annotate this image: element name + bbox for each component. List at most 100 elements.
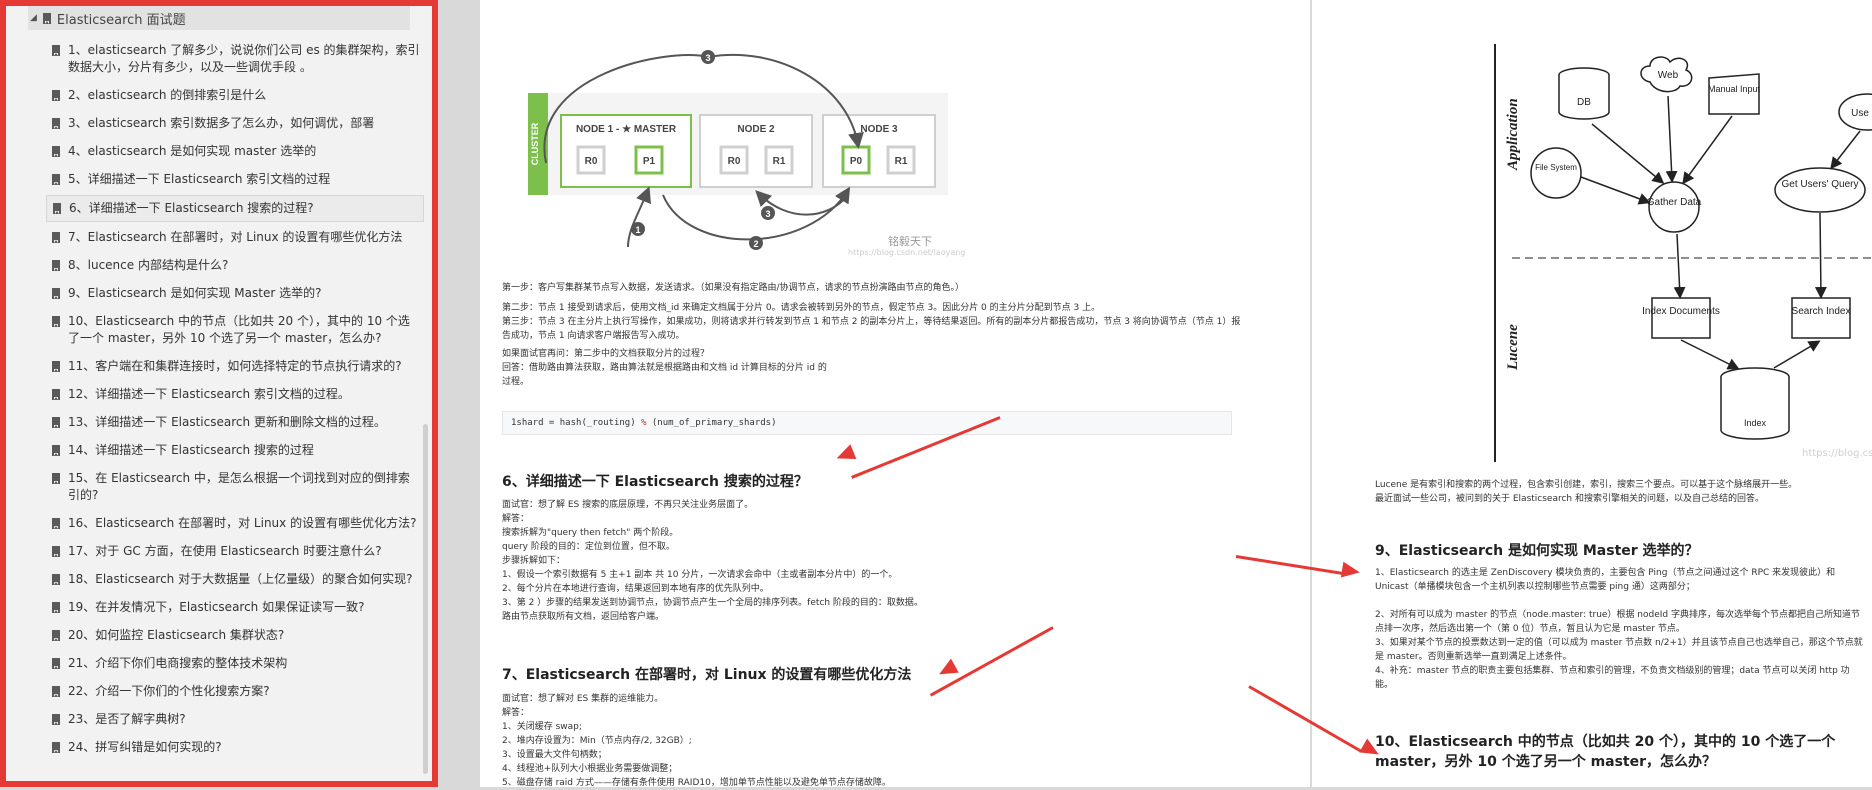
bookmark-item[interactable]: 8、lucence 内部结构是什么?	[46, 253, 424, 278]
section6-body: 面试官：想了解 ES 搜索的底层原理，不再只关注业务层面了。 解答： 搜索拆解为"q…	[502, 498, 1262, 624]
body-line: 2、每个分片在本地进行查询，结果返回到本地有序的优先队列中。	[502, 584, 769, 594]
step1-text: 第一步：客户写集群某节点写入数据，发送请求。（如果没有指定路由/协调节点，请求的…	[502, 283, 965, 293]
bookmark-item[interactable]: 11、客户端在和集群连接时，如何选择特定的节点执行请求的?	[46, 354, 424, 379]
step-badge-3-bottom-label: 3	[765, 209, 770, 219]
section10-title: 10、Elasticsearch 中的节点（比如共 20 个），其中的 10 个…	[1375, 734, 1836, 770]
intro-line-1: Lucene 是有索引和搜索的两个过程，包含索引创建，索引，搜索三个要点。可以基…	[1375, 480, 1798, 490]
search-index-box	[1791, 297, 1851, 339]
section7-title: 7、Elasticsearch 在部署时，对 Linux 的设置有哪些优化方法	[502, 667, 912, 683]
bookmark-icon	[52, 90, 60, 101]
cluster-label: CLUSTER	[530, 122, 540, 165]
bookmark-item[interactable]: 10、Elasticsearch 中的节点（比如共 20 个），其中的 10 个…	[46, 309, 424, 351]
bookmark-item[interactable]: 21、介绍下你们电商搜索的整体技术架构	[46, 651, 424, 676]
bookmark-icon	[52, 658, 60, 669]
bookmark-item[interactable]: 24、拼写纠错是如何实现的?	[46, 735, 424, 760]
bookmark-icon	[52, 174, 60, 185]
code-prefix: 1shard = hash(_routing)	[511, 418, 642, 428]
bookmark-item[interactable]: 13、详细描述一下 Elasticsearch 更新和删除文档的过程。	[46, 410, 424, 435]
code-suffix: (num_of_primary_shards)	[646, 418, 777, 428]
bookmark-item[interactable]: 9、Elasticsearch 是如何实现 Master 选举的?	[46, 281, 424, 306]
manual-input-label: Manual Input	[1708, 84, 1761, 94]
bookmark-icon	[52, 316, 60, 327]
application-layer-label: Application	[1505, 98, 1521, 171]
bookmark-label: 12、详细描述一下 Elasticsearch 索引文档的过程。	[68, 387, 350, 401]
bookmark-group-header[interactable]: ◢ Elasticsearch 面试题	[28, 6, 410, 30]
file-system-label: File System	[1535, 163, 1577, 172]
bookmark-item[interactable]: 4、elasticsearch 是如何实现 master 选举的	[46, 139, 424, 164]
step-badge-1-label: 1	[635, 225, 640, 235]
bookmark-icon	[52, 518, 60, 529]
index-documents-label: Index Documents	[1642, 306, 1720, 317]
bookmark-item[interactable]: 5、详细描述一下 Elasticsearch 索引文档的过程	[46, 167, 424, 192]
bookmark-item[interactable]: 12、详细描述一下 Elasticsearch 索引文档的过程。	[46, 382, 424, 407]
bookmark-label: 7、Elasticsearch 在部署时，对 Linux 的设置有哪些优化方法	[68, 230, 403, 244]
bookmark-icon	[52, 630, 60, 641]
section7-body: 面试官：想了解对 ES 集群的运维能力。 解答： 1、关闭缓存 swap; 2、堆内存…	[502, 692, 1262, 790]
bookmark-icon	[52, 445, 60, 456]
node3-label: NODE 3	[860, 124, 898, 135]
body-line: 4、线程池+队列大小根据业务需要做调整；	[502, 764, 678, 774]
collapse-triangle-icon[interactable]: ◢	[30, 13, 37, 23]
bookmark-icon	[52, 45, 60, 56]
bookmark-item[interactable]: 15、在 Elasticsearch 中，是怎么根据一个词找到对应的倒排索引的?	[46, 466, 424, 508]
cluster-diagram: CLUSTER NODE 1 - ★ MASTER NODE 2 NODE 3 …	[528, 50, 965, 257]
bookmark-item[interactable]: 14、详细描述一下 Elasticsearch 搜索的过程	[46, 438, 424, 463]
bookmark-item[interactable]: 17、对于 GC 方面，在使用 Elasticsearch 时要注意什么?	[46, 539, 424, 564]
bookmark-label: 24、拼写纠错是如何实现的?	[68, 740, 222, 754]
shard-r0-node1-label: R0	[585, 156, 598, 167]
document-page-2: Application Lucene DB Web Manual Input F…	[1312, 0, 1872, 787]
bookmark-icon	[52, 389, 60, 400]
bookmark-item[interactable]: 16、Elasticsearch 在部署时，对 Linux 的设置有哪些优化方法…	[46, 511, 424, 536]
bookmark-label: 2、elasticsearch 的倒排索引是什么	[68, 88, 267, 102]
lucene-architecture-diagram: Application Lucene DB Web Manual Input F…	[1494, 44, 1872, 462]
bookmark-group-title: Elasticsearch 面试题	[56, 12, 186, 28]
user-label: Use	[1851, 108, 1869, 119]
sidebar-scrollbar[interactable]	[423, 424, 428, 774]
body-line: 搜索拆解为"query then fetch" 两个阶段。	[502, 528, 679, 538]
bookmark-icon	[52, 473, 60, 484]
body-line	[1375, 594, 1865, 608]
node2-label: NODE 2	[737, 124, 775, 135]
bookmark-item[interactable]: 20、如何监控 Elasticsearch 集群状态?	[46, 623, 424, 648]
qa-answer-cont: 过程。	[502, 377, 530, 387]
body-line: 1、假设一个索引数据有 5 主+1 副本 共 10 分片，一次请求会命中（主或者…	[502, 570, 898, 580]
bookmark-item[interactable]: 22、介绍一下你们的个性化搜索方案?	[46, 679, 424, 704]
bookmark-icon	[52, 546, 60, 557]
bookmark-label: 1、elasticsearch 了解多少，说说你们公司 es 的集群架构，索引数…	[68, 43, 420, 74]
bookmark-list: 1、elasticsearch 了解多少，说说你们公司 es 的集群架构，索引数…	[46, 38, 424, 763]
bookmark-item[interactable]: 7、Elasticsearch 在部署时，对 Linux 的设置有哪些优化方法	[46, 225, 424, 250]
body-line: 3、设置最大文件句柄数；	[502, 750, 607, 760]
bookmark-item[interactable]: 1、elasticsearch 了解多少，说说你们公司 es 的集群架构，索引数…	[46, 38, 424, 80]
bookmark-icon	[52, 288, 60, 299]
body-line: 4、补充：master 节点的职责主要包括集群、节点和索引的管理，不负责文档级别…	[1375, 666, 1850, 690]
bookmark-item[interactable]: 18、Elasticsearch 对于大数据量（上亿量级）的聚合如何实现?	[46, 567, 424, 592]
bookmark-icon	[42, 12, 51, 24]
bookmark-label: 3、elasticsearch 索引数据多了怎么办，如何调优，部署	[68, 116, 375, 130]
bookmarks-sidebar: ◢ Elasticsearch 面试题 1、elasticsearch 了解多少…	[0, 0, 438, 787]
bookmark-label: 14、详细描述一下 Elasticsearch 搜索的过程	[68, 443, 314, 457]
section9-title: 9、Elasticsearch 是如何实现 Master 选举的？	[1375, 543, 1699, 559]
bookmark-label: 9、Elasticsearch 是如何实现 Master 选举的?	[68, 286, 322, 300]
bookmark-icon	[53, 203, 61, 214]
lucene-layer-label: Lucene	[1505, 324, 1521, 371]
bookmark-icon	[52, 118, 60, 129]
bookmark-label: 17、对于 GC 方面，在使用 Elasticsearch 时要注意什么?	[68, 544, 382, 558]
body-line: query 阶段的目的：定位到位置，但不取。	[502, 542, 675, 552]
bookmark-item[interactable]: 6、详细描述一下 Elasticsearch 搜索的过程?	[46, 195, 424, 222]
bookmark-item[interactable]: 23、是否了解字典树?	[46, 707, 424, 732]
bookmark-label: 8、lucence 内部结构是什么?	[68, 258, 229, 272]
get-users-query-node	[1774, 167, 1866, 213]
web-label: Web	[1658, 70, 1679, 81]
body-line: 1、Elasticsearch 的选主是 ZenDiscovery 模块负责的，…	[1375, 568, 1836, 592]
bookmark-icon	[52, 260, 60, 271]
node1-label: NODE 1 - ★ MASTER	[576, 124, 677, 135]
body-line: 3、如果对某个节点的投票数达到一定的值（可以成为 master 节点数 n/2+…	[1375, 638, 1863, 662]
bookmark-item[interactable]: 2、elasticsearch 的倒排索引是什么	[46, 83, 424, 108]
shard-r1-node2-label: R1	[773, 156, 786, 167]
bookmark-item[interactable]: 3、elasticsearch 索引数据多了怎么办，如何调优，部署	[46, 111, 424, 136]
index-cylinder	[1720, 377, 1790, 440]
bookmark-item[interactable]: 19、在并发情况下，Elasticsearch 如果保证读写一致?	[46, 595, 424, 620]
intro-line-2: 最近面试一些公司，被问到的关于 Elasticsearch 和搜索引擎相关的问题…	[1375, 494, 1764, 504]
manual-input-box	[1708, 73, 1760, 115]
bookmark-label: 18、Elasticsearch 对于大数据量（上亿量级）的聚合如何实现?	[68, 572, 413, 586]
